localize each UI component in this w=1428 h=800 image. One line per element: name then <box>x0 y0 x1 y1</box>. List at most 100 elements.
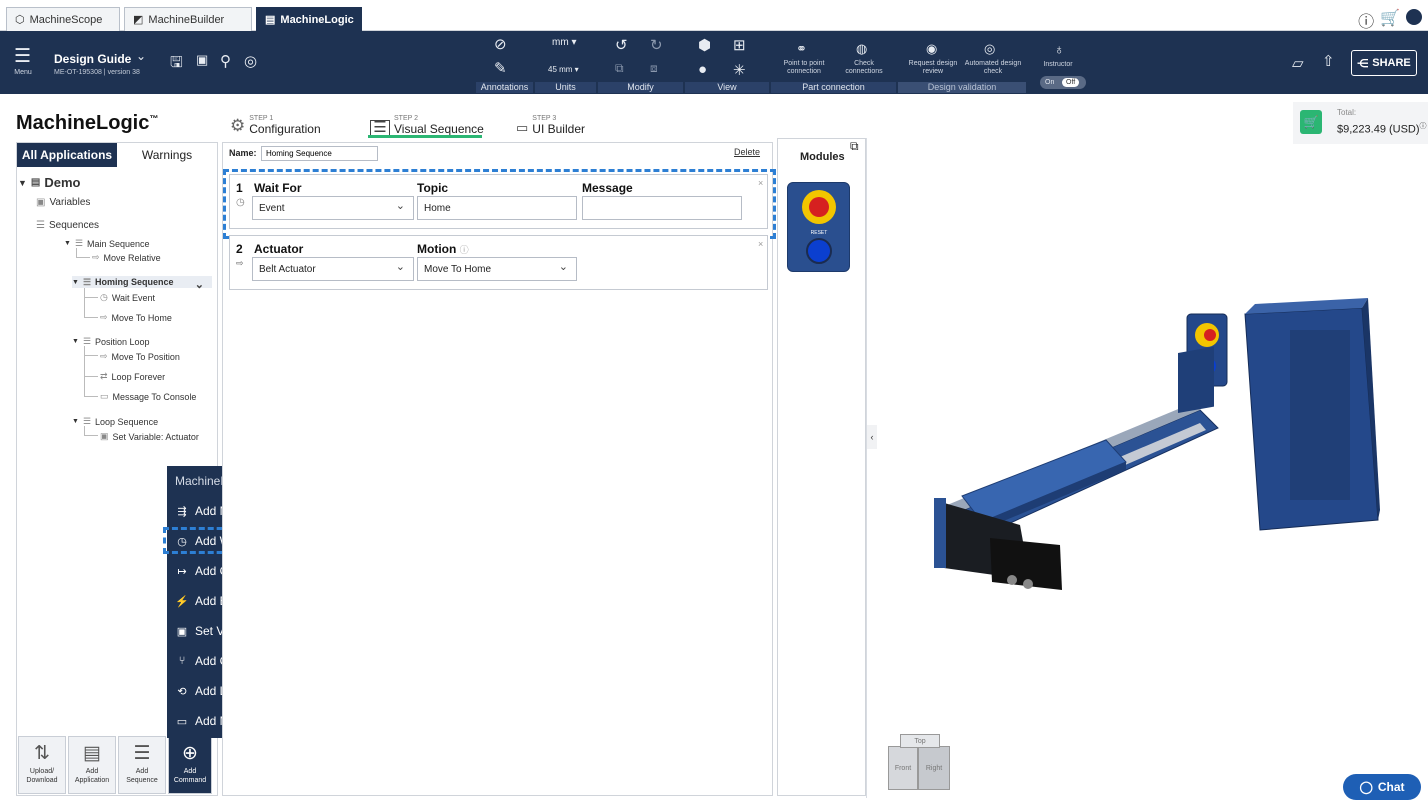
check-link-icon[interactable]: ◍ <box>856 41 867 57</box>
step-configuration[interactable]: ⚙ STEP 1 Configuration <box>230 110 321 136</box>
tree-move-to-home[interactable]: ⇨ Move To Home <box>100 312 172 323</box>
tree-homing-sequence[interactable]: ▼ ☰ Homing Sequence <box>72 276 212 291</box>
comment-icon[interactable]: ▱ <box>1292 54 1304 72</box>
units-unit-select[interactable]: mm ▾ <box>552 37 576 48</box>
view-cube-top[interactable]: Top <box>900 734 940 748</box>
card-number: 2 <box>236 242 243 256</box>
add-command-button[interactable]: ⊕ Add Command <box>168 736 212 794</box>
check-connections-label[interactable]: Check connections <box>836 60 892 76</box>
save-icon[interactable]: 🖫 <box>170 52 183 77</box>
tree-move-to-position[interactable]: ⇨ Move To Position <box>100 351 180 362</box>
automated-check-icon[interactable]: ◎ <box>984 41 995 57</box>
actuator-select[interactable]: Belt Actuator <box>252 257 414 281</box>
estop-reset-module[interactable]: RESET <box>787 182 850 272</box>
tree-variables[interactable]: ▣ Variables <box>36 197 90 208</box>
request-review-label[interactable]: Request design review <box>904 60 962 76</box>
tree-demo[interactable]: ▼ ▤ Demo <box>18 175 81 190</box>
tree-sequences[interactable]: ☰ Sequences <box>36 220 99 231</box>
sequence-name-input[interactable] <box>261 146 378 161</box>
motion-icon: ⇨ <box>100 351 108 361</box>
tree-message-to-console[interactable]: ▭ Message To Console <box>100 391 196 402</box>
add-application-icon: ▤ <box>83 743 101 764</box>
paste-icon[interactable]: ⧈ <box>650 61 658 76</box>
units-value-select[interactable]: 45 mm ▾ <box>548 65 579 74</box>
cart-icon[interactable]: 🛒 <box>1380 8 1400 32</box>
undo-icon[interactable]: ↺ <box>615 36 628 54</box>
avatar[interactable] <box>1406 9 1422 25</box>
output-icon: ↦ <box>177 565 187 578</box>
machinemotion-controller <box>1244 298 1380 531</box>
redo-icon[interactable]: ↻ <box>650 36 663 54</box>
panel-divider <box>866 138 867 798</box>
help-icon[interactable]: ⓘ <box>1358 8 1374 32</box>
link-icon[interactable]: ⚭ <box>796 41 807 57</box>
bom-icon[interactable]: ⚲ <box>220 52 231 70</box>
sequence-icon: ☰ <box>82 276 92 287</box>
tab-all-applications[interactable]: All Applications <box>17 143 117 167</box>
add-sequence-button[interactable]: ☰ Add Sequence <box>118 736 166 794</box>
motion-icon: ⇨ <box>100 312 108 322</box>
group-view: View <box>685 82 769 93</box>
step-ui-builder[interactable]: ▭ STEP 3 UI Builder <box>516 110 585 136</box>
close-icon[interactable]: × <box>758 239 763 249</box>
lightbulb-icon: ♁ <box>1054 41 1065 57</box>
view-cube-icon[interactable]: ⬢ <box>698 36 711 54</box>
reset-button <box>806 238 832 264</box>
total-price-box[interactable]: 🛒 Total: $9,223.49 (USD)ⓘ ⌄ <box>1293 102 1428 144</box>
share-button[interactable]: ⋲ SHARE <box>1351 50 1417 76</box>
review-icon[interactable]: ◉ <box>926 41 937 57</box>
view-cube-front[interactable]: Front <box>888 746 918 790</box>
estop-button <box>802 190 836 224</box>
annotation-icon[interactable]: ⊘ <box>494 35 507 53</box>
tree-loop-forever[interactable]: ⇄ Loop Forever <box>100 371 165 382</box>
copy-icon[interactable]: ⧉ <box>615 61 624 76</box>
explode-icon[interactable]: ✳ <box>733 61 746 79</box>
chat-button[interactable]: ◯ Chat <box>1343 774 1421 800</box>
cube-icon: ◩ <box>133 14 144 26</box>
info-icon[interactable]: ⓘ <box>460 245 469 255</box>
pdf-icon[interactable]: ▣ <box>196 52 208 68</box>
tree-connector <box>84 298 98 318</box>
collapse-chevron-icon[interactable]: ‹ <box>867 425 877 449</box>
group-modify: Modify <box>598 82 683 93</box>
caret-down-icon: ▼ <box>72 418 79 425</box>
view-cube-right[interactable]: Right <box>918 746 950 790</box>
tab-machinebuilder[interactable]: ◩ MachineBuilder <box>124 7 252 31</box>
automated-check-label[interactable]: Automated design check <box>964 60 1022 76</box>
active-step-indicator <box>368 135 482 138</box>
add-application-button[interactable]: ▤ Add Application <box>68 736 116 794</box>
pencil-icon[interactable]: ✎ <box>494 59 507 77</box>
delete-link[interactable]: Delete <box>734 147 760 157</box>
bomb-icon[interactable]: ● <box>698 61 707 78</box>
hierarchy-icon[interactable]: ⊞ <box>733 36 746 54</box>
machine-3d-model[interactable] <box>900 290 1380 600</box>
tab-warnings[interactable]: Warnings <box>117 143 217 167</box>
tab-machinescope[interactable]: ⬡ MachineScope <box>6 7 120 31</box>
motion-select[interactable]: Move To Home <box>417 257 577 281</box>
upload-download-button[interactable]: ⇅ Upload/Download <box>18 736 66 794</box>
point-to-point-label[interactable]: Point to point connection <box>776 60 832 76</box>
instructor-toggle[interactable]: On Off <box>1040 76 1086 89</box>
menu-button[interactable]: ☰ <box>14 45 31 68</box>
view-cube[interactable]: Front Right Top <box>884 734 956 796</box>
tree-wait-event[interactable]: ◷ Wait Event <box>100 292 155 303</box>
group-design-validation: Design validation <box>898 82 1026 93</box>
variables-icon: ▣ <box>36 197 46 208</box>
tree-move-relative[interactable]: ⇨ Move Relative <box>92 252 161 263</box>
estop-red-icon <box>809 197 829 217</box>
card-title: Actuator <box>254 242 304 256</box>
top-right-icons: ⓘ 🛒 <box>1358 8 1422 32</box>
camera-icon[interactable]: ◎ <box>244 52 257 70</box>
tab-machinelogic[interactable]: ▤ MachineLogic <box>256 7 362 31</box>
tree-connector <box>84 346 98 356</box>
loop-icon: ⟲ <box>177 685 187 698</box>
chevron-down-icon[interactable]: ⌄ <box>136 49 146 63</box>
step-visual-sequence[interactable]: ☰ STEP 2 Visual Sequence <box>370 110 484 136</box>
design-title[interactable]: Design Guide <box>54 52 131 66</box>
export-icon[interactable]: ⇧ <box>1322 52 1335 70</box>
brand-title: MachineLogic™ <box>16 112 159 134</box>
left-panel-tabs: All Applications Warnings <box>17 143 217 167</box>
popout-icon[interactable]: ⧉ <box>850 139 859 154</box>
tree-set-variable-actuator[interactable]: ▣ Set Variable: Actuator <box>100 431 199 442</box>
command-card-actuator[interactable]: 2 Actuator ⇨ Motion ⓘ × Belt Actuator Mo… <box>229 235 768 290</box>
